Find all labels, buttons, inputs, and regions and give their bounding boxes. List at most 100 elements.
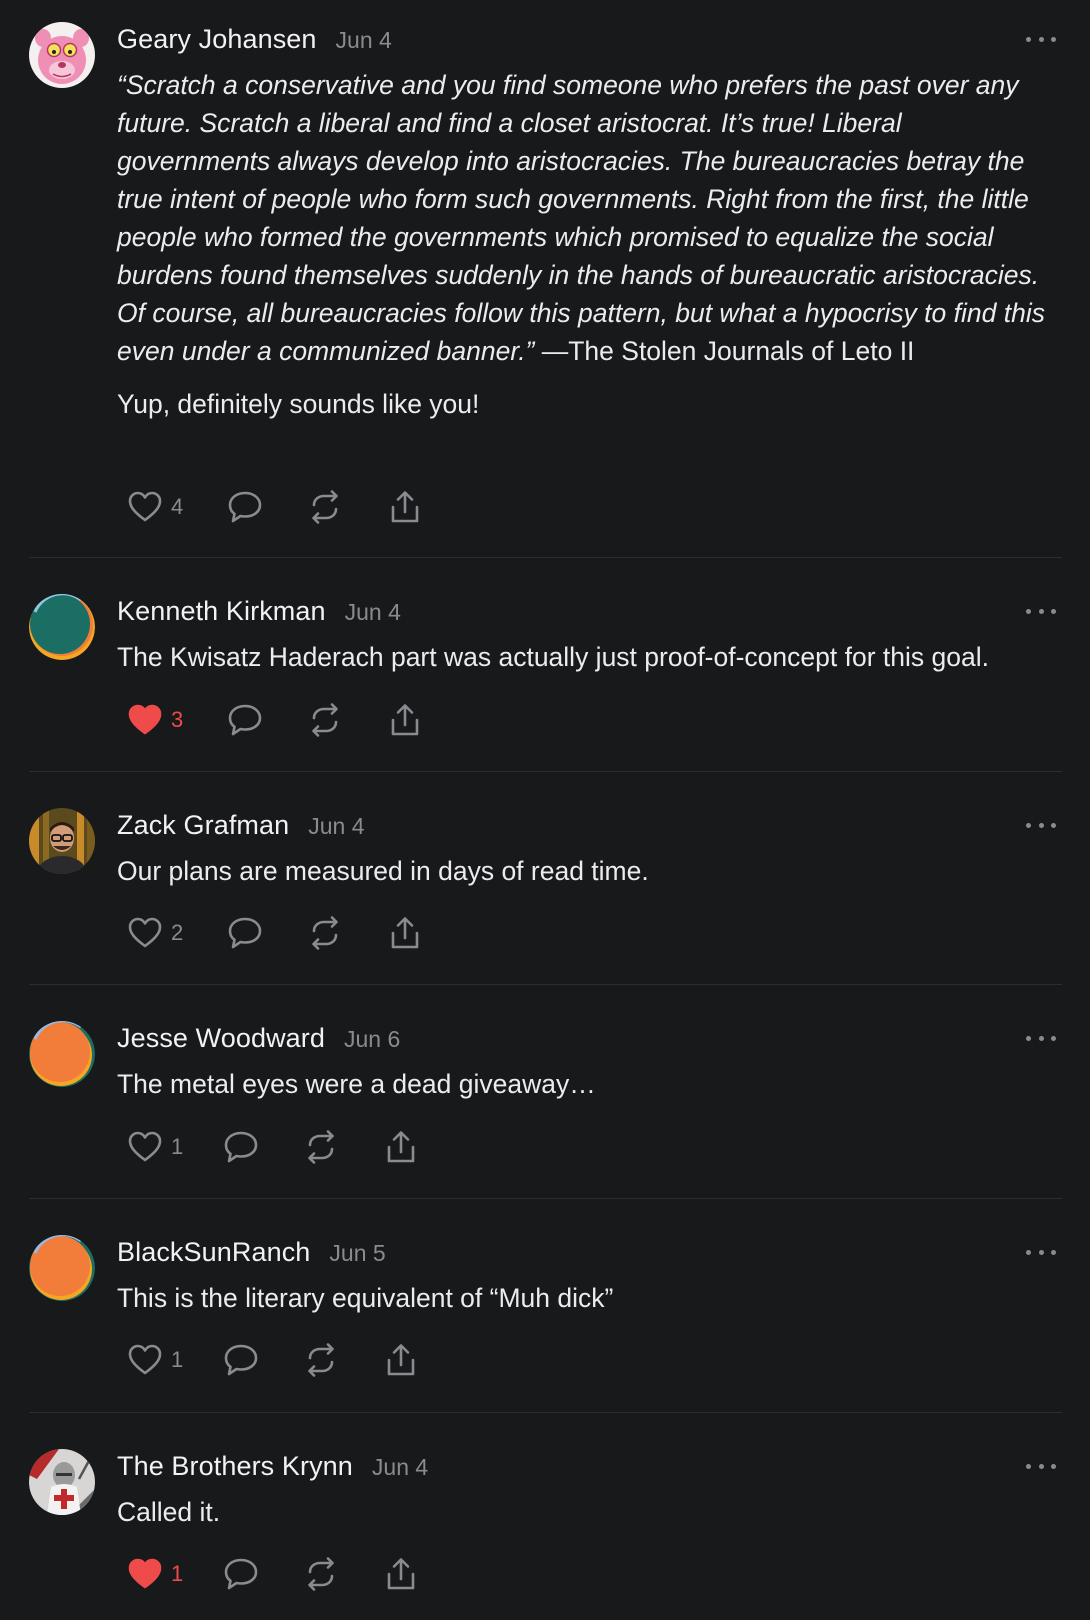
comment-actions: 3 bbox=[128, 700, 470, 740]
reply-button[interactable] bbox=[223, 1130, 304, 1164]
restack-button[interactable] bbox=[304, 1557, 385, 1591]
reply-button[interactable] bbox=[227, 703, 308, 737]
comment-actions: 1 bbox=[128, 1127, 466, 1167]
comment-body: The metal eyes were a dead giveaway… bbox=[117, 1065, 1062, 1103]
restack-button[interactable] bbox=[308, 490, 389, 524]
like-count: 2 bbox=[171, 920, 184, 945]
share-button[interactable] bbox=[389, 703, 470, 737]
reply-button[interactable] bbox=[227, 490, 308, 524]
comment-actions: 4 bbox=[128, 487, 470, 527]
share-button[interactable] bbox=[389, 490, 470, 524]
comment-body: Called it. bbox=[117, 1493, 1062, 1531]
quote-attribution: —The Stolen Journals of Leto II bbox=[534, 336, 915, 366]
like-count: 1 bbox=[171, 1134, 184, 1159]
like-button[interactable]: 1 bbox=[128, 1558, 223, 1590]
comment-text: Called it. bbox=[117, 1497, 221, 1527]
comment-actions: 1 bbox=[128, 1340, 466, 1380]
comment-text: Yup, definitely sounds like you! bbox=[117, 389, 480, 419]
more-dots-icon[interactable] bbox=[1026, 1025, 1056, 1051]
comment-body: “Scratch a conservative and you find som… bbox=[117, 66, 1062, 423]
share-icon bbox=[391, 704, 419, 736]
avatar[interactable] bbox=[29, 22, 95, 88]
restack-icon bbox=[308, 1557, 334, 1591]
share-button[interactable] bbox=[385, 1343, 466, 1377]
like-count: 4 bbox=[171, 494, 184, 519]
divider bbox=[29, 557, 1062, 558]
divider bbox=[29, 1412, 1062, 1413]
more-dots-icon[interactable] bbox=[1026, 598, 1056, 624]
share-icon bbox=[387, 1344, 415, 1376]
heart-icon bbox=[128, 1558, 162, 1589]
comment-date[interactable]: Jun 4 bbox=[308, 813, 364, 840]
like-button[interactable]: 3 bbox=[128, 704, 227, 736]
author-name[interactable]: Jesse Woodward bbox=[117, 1023, 325, 1054]
comment-bubble-icon bbox=[228, 704, 262, 736]
restack-icon bbox=[308, 1130, 334, 1164]
author-name[interactable]: BlackSunRanch bbox=[117, 1237, 310, 1268]
restack-button[interactable] bbox=[304, 1343, 385, 1377]
comment-bubble-icon bbox=[224, 1344, 258, 1376]
comment-text: This is the literary equivalent of “Muh … bbox=[117, 1283, 614, 1313]
comment-date[interactable]: Jun 4 bbox=[372, 1454, 428, 1481]
reply-button[interactable] bbox=[223, 1557, 304, 1591]
share-button[interactable] bbox=[385, 1557, 466, 1591]
comment-date[interactable]: Jun 6 bbox=[344, 1026, 400, 1053]
share-icon bbox=[391, 491, 419, 523]
share-icon bbox=[391, 917, 419, 949]
share-icon bbox=[387, 1558, 415, 1590]
comment-date[interactable]: Jun 4 bbox=[345, 599, 401, 626]
like-button[interactable]: 4 bbox=[128, 491, 227, 523]
comment-date[interactable]: Jun 4 bbox=[336, 27, 392, 54]
comment-bubble-icon bbox=[224, 1131, 258, 1163]
comment-body: Our plans are measured in days of read t… bbox=[117, 852, 1062, 890]
heart-icon bbox=[128, 704, 162, 735]
heart-icon bbox=[128, 917, 162, 948]
share-button[interactable] bbox=[389, 916, 470, 950]
author-name[interactable]: Zack Grafman bbox=[117, 810, 289, 841]
avatar[interactable] bbox=[29, 1235, 95, 1301]
more-dots-icon[interactable] bbox=[1026, 1239, 1056, 1265]
comment-body: This is the literary equivalent of “Muh … bbox=[117, 1279, 1062, 1317]
heart-icon bbox=[128, 491, 162, 522]
share-button[interactable] bbox=[385, 1130, 466, 1164]
avatar[interactable] bbox=[29, 594, 95, 660]
like-count: 3 bbox=[171, 707, 184, 732]
quote-text: “Scratch a conservative and you find som… bbox=[117, 70, 1045, 366]
like-button[interactable]: 1 bbox=[128, 1344, 223, 1376]
avatar[interactable] bbox=[29, 1449, 95, 1515]
avatar[interactable] bbox=[29, 1021, 95, 1087]
restack-icon bbox=[312, 703, 338, 737]
comment-actions: 1 bbox=[128, 1554, 466, 1594]
reply-button[interactable] bbox=[223, 1343, 304, 1377]
restack-icon bbox=[312, 490, 338, 524]
comment-bubble-icon bbox=[228, 491, 262, 523]
comment-actions: 2 bbox=[128, 913, 470, 953]
comment-text: The Kwisatz Haderach part was actually j… bbox=[117, 642, 989, 672]
like-button[interactable]: 2 bbox=[128, 917, 227, 949]
divider bbox=[29, 771, 1062, 772]
author-name[interactable]: Geary Johansen bbox=[117, 24, 317, 55]
divider bbox=[29, 984, 1062, 985]
comment-date[interactable]: Jun 5 bbox=[329, 1240, 385, 1267]
heart-icon bbox=[128, 1131, 162, 1162]
avatar[interactable] bbox=[29, 808, 95, 874]
reply-button[interactable] bbox=[227, 916, 308, 950]
like-button[interactable]: 1 bbox=[128, 1131, 223, 1163]
restack-icon bbox=[312, 916, 338, 950]
author-name[interactable]: Kenneth Kirkman bbox=[117, 596, 326, 627]
comment-body: The Kwisatz Haderach part was actually j… bbox=[117, 638, 1062, 676]
share-icon bbox=[387, 1131, 415, 1163]
restack-button[interactable] bbox=[308, 916, 389, 950]
author-name[interactable]: The Brothers Krynn bbox=[117, 1451, 353, 1482]
more-dots-icon[interactable] bbox=[1026, 26, 1056, 52]
like-count: 1 bbox=[171, 1347, 184, 1372]
heart-icon bbox=[128, 1344, 162, 1375]
divider bbox=[29, 1198, 1062, 1199]
restack-button[interactable] bbox=[308, 703, 389, 737]
comment-text: Our plans are measured in days of read t… bbox=[117, 856, 649, 886]
like-count: 1 bbox=[171, 1561, 184, 1586]
comment-bubble-icon bbox=[224, 1558, 258, 1590]
more-dots-icon[interactable] bbox=[1026, 812, 1056, 838]
restack-button[interactable] bbox=[304, 1130, 385, 1164]
more-dots-icon[interactable] bbox=[1026, 1453, 1056, 1479]
